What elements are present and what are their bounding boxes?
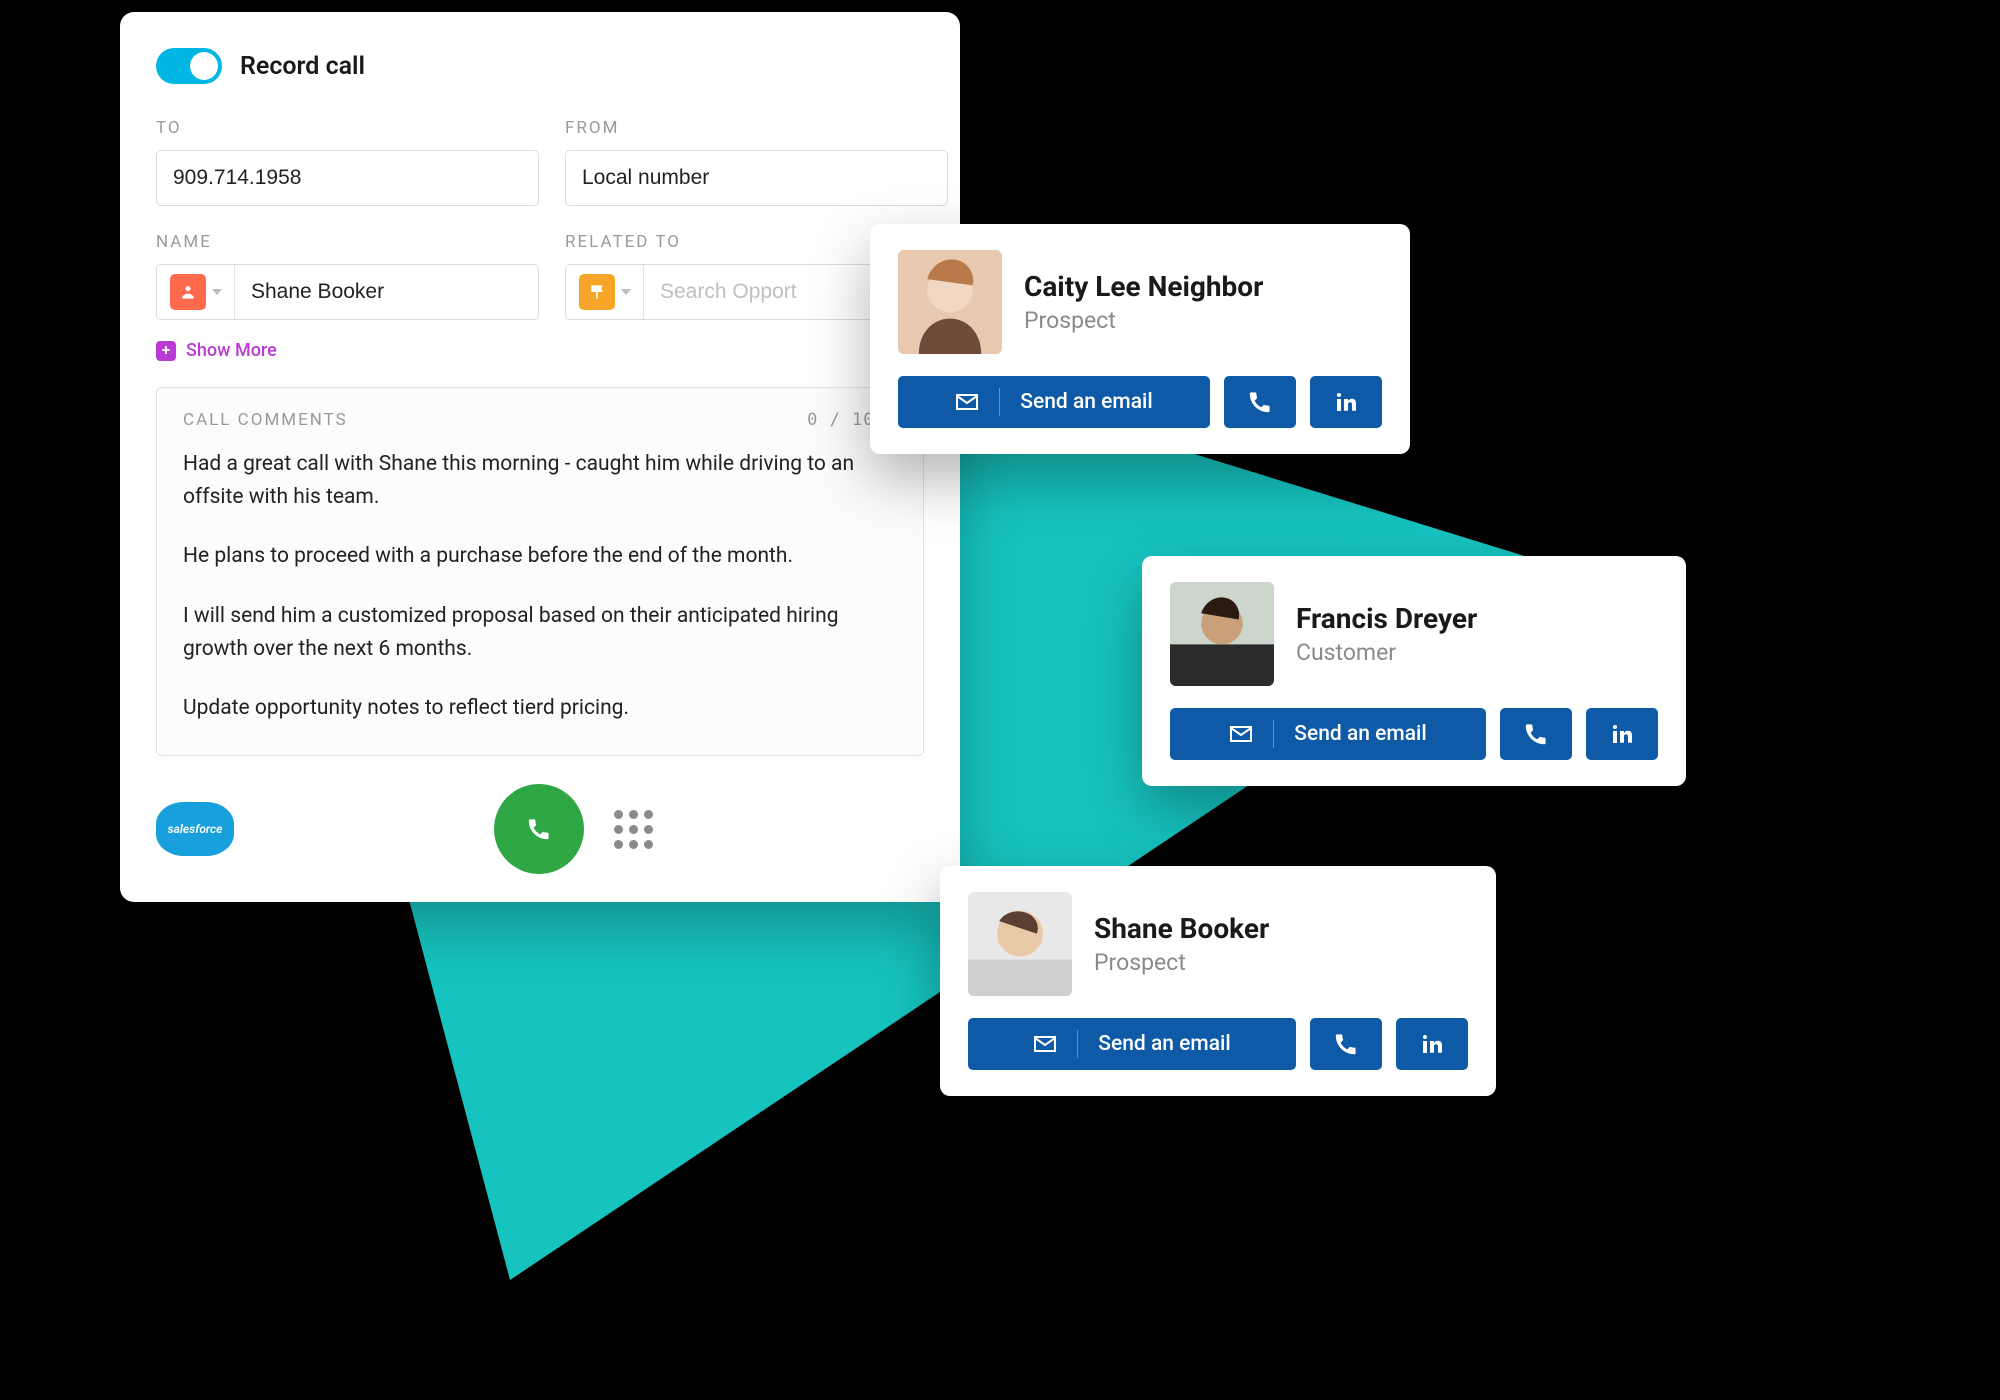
chevron-down-icon (621, 289, 631, 295)
to-label: TO (156, 118, 539, 138)
contact-card-caity: Caity Lee Neighbor Prospect Send an emai… (870, 224, 1410, 454)
envelope-icon (955, 390, 979, 414)
send-email-label: Send an email (1020, 390, 1153, 414)
name-compound (156, 264, 539, 320)
phone-icon (1334, 1032, 1358, 1056)
send-email-button[interactable]: Send an email (898, 376, 1210, 428)
linkedin-button[interactable] (1310, 376, 1382, 428)
contact-name: Shane Booker (1094, 912, 1269, 945)
comment-p4: Update opportunity notes to reflect tier… (183, 692, 897, 725)
send-email-button[interactable]: Send an email (968, 1018, 1296, 1070)
record-call-label: Record call (240, 52, 365, 81)
linkedin-button[interactable] (1586, 708, 1658, 760)
contact-name: Francis Dreyer (1296, 602, 1477, 635)
send-email-label: Send an email (1294, 722, 1427, 746)
phone-icon (1248, 390, 1272, 414)
name-type-picker[interactable] (157, 265, 235, 319)
contact-tile-icon (170, 274, 206, 310)
comment-p1: Had a great call with Shane this morning… (183, 448, 897, 514)
comments-textarea[interactable]: Had a great call with Shane this morning… (183, 448, 897, 725)
linkedin-icon (1610, 722, 1634, 746)
to-input[interactable] (156, 150, 539, 206)
related-type-picker[interactable] (566, 265, 644, 319)
to-field-group: TO (156, 118, 539, 206)
linkedin-icon (1420, 1032, 1444, 1056)
record-call-toggle[interactable] (156, 48, 222, 84)
contact-role: Prospect (1094, 949, 1269, 976)
avatar (1170, 582, 1274, 686)
phone-icon (527, 817, 551, 841)
comment-p3: I will send him a customized proposal ba… (183, 600, 897, 666)
call-button[interactable] (1224, 376, 1296, 428)
opportunity-tile-icon (579, 274, 615, 310)
contact-name: Caity Lee Neighbor (1024, 270, 1263, 303)
name-field-group: NAME (156, 232, 539, 320)
linkedin-button[interactable] (1396, 1018, 1468, 1070)
linkedin-icon (1334, 390, 1358, 414)
send-email-label: Send an email (1098, 1032, 1231, 1056)
start-call-button[interactable] (494, 784, 584, 874)
salesforce-icon[interactable]: salesforce (156, 802, 234, 856)
envelope-icon (1229, 722, 1253, 746)
call-button[interactable] (1310, 1018, 1382, 1070)
send-email-button[interactable]: Send an email (1170, 708, 1486, 760)
name-input[interactable] (235, 265, 538, 319)
call-comments-box: CALL COMMENTS 0 / 1000 Had a great call … (156, 387, 924, 756)
plus-icon: + (156, 341, 176, 361)
phone-icon (1524, 722, 1548, 746)
comment-p2: He plans to proceed with a purchase befo… (183, 540, 897, 573)
from-label: FROM (565, 118, 948, 138)
contact-role: Prospect (1024, 307, 1263, 334)
call-button[interactable] (1500, 708, 1572, 760)
comments-label: CALL COMMENTS (183, 410, 348, 430)
show-more-label: Show More (186, 340, 277, 361)
contact-role: Customer (1296, 639, 1477, 666)
contact-card-francis: Francis Dreyer Customer Send an email (1142, 556, 1686, 786)
envelope-icon (1033, 1032, 1057, 1056)
show-more-button[interactable]: + Show More (156, 340, 277, 361)
avatar (968, 892, 1072, 996)
dialpad-button[interactable] (614, 810, 653, 849)
record-call-panel: Record call TO FROM NAME (120, 12, 960, 902)
from-input[interactable] (565, 150, 948, 206)
contact-card-shane: Shane Booker Prospect Send an email (940, 866, 1496, 1096)
chevron-down-icon (212, 289, 222, 295)
name-label: NAME (156, 232, 539, 252)
avatar (898, 250, 1002, 354)
from-field-group: FROM (565, 118, 948, 206)
